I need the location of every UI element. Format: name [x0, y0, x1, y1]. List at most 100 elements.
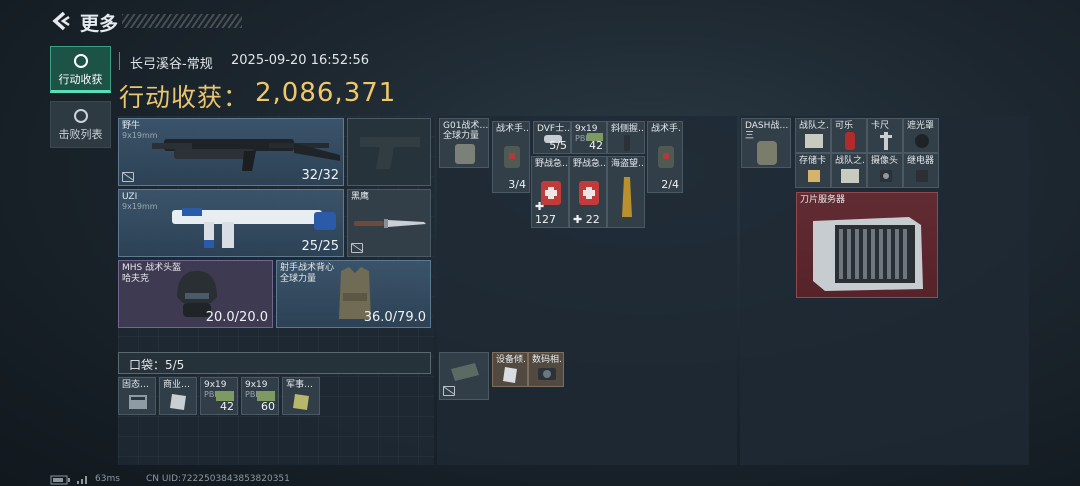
backpack-item[interactable]: 可乐 [831, 118, 867, 153]
backpack-item[interactable]: 摄像头 [867, 153, 903, 188]
vest-name: 射手战术背心 [280, 263, 335, 273]
pocket-item-name: 军事… [286, 380, 314, 390]
rig-item[interactable]: 战术手… 2/4 [647, 121, 683, 193]
document-icon [170, 394, 186, 410]
backpack-item-name: 继电器 [907, 156, 935, 166]
pocket-item-name: 商业… [163, 380, 191, 390]
weapon-ammo-type: 9x19mm [122, 202, 158, 211]
rig-item-count-wrap: ✚ 127 [535, 200, 556, 226]
rig-item[interactable]: 斜侧握… [607, 121, 645, 154]
spyglass-icon [622, 177, 632, 217]
knife-icon [354, 219, 426, 228]
melee-name: 黑鹰 [351, 192, 370, 202]
rig-item[interactable]: 数码相… [528, 352, 564, 387]
backpack-item-name: 战队之… [799, 121, 830, 131]
backpack-item[interactable]: 卡尺 [867, 118, 903, 153]
rig-item-name: 海盗望… [611, 159, 645, 169]
rig-item-count: 127 [535, 213, 556, 226]
rig-item-name: 野战急… [535, 159, 569, 169]
caliper-icon [880, 132, 892, 150]
pocket-item-count: 42 [220, 400, 234, 413]
not-insured-icon [351, 243, 363, 253]
pocket-item[interactable]: 9x19 PBP 42 [200, 377, 238, 415]
not-insured-icon [122, 172, 134, 182]
skull-icon [73, 109, 88, 123]
rig-item[interactable]: 设备倾… [492, 352, 528, 387]
secondary-weapon-slot[interactable]: UZI 9x19mm 25/25 [118, 189, 344, 257]
divider [119, 52, 120, 70]
pocket-item-name: 固态… [122, 380, 150, 390]
pouch-icon [451, 363, 479, 381]
helmet-slot[interactable]: MHS 战术头盔 哈夫克 20.0/20.0 [118, 260, 273, 328]
not-insured-icon [443, 386, 455, 396]
ping: 63ms [95, 474, 120, 484]
lens-hood-icon [915, 134, 929, 148]
rig-item[interactable]: 海盗望… [607, 156, 645, 228]
backpack-item[interactable]: 继电器 [903, 153, 939, 188]
backpack-item[interactable]: 遮光罩 [903, 118, 939, 153]
rig-item[interactable]: 9x19 PBP 42 [571, 121, 607, 154]
back-arrow-icon[interactable] [50, 10, 72, 32]
pocket-item[interactable]: 固态… [118, 377, 156, 415]
pocket-header: 口袋：5/5 [118, 352, 431, 374]
melee-slot[interactable]: 黑鹰 [347, 189, 431, 257]
backpack-slot[interactable]: DASH战… 三 [741, 118, 791, 168]
backpack-item-large[interactable]: 刀片服务器 [796, 192, 938, 298]
loot-value: 2,086,371 [255, 78, 397, 108]
backpack-item-name: 刀片服务器 [800, 195, 846, 205]
soda-can-icon [845, 132, 855, 150]
relay-icon [916, 170, 928, 182]
signal-icon [77, 476, 87, 484]
battery-icon [50, 475, 70, 485]
pistol-silhouette-icon [360, 137, 420, 169]
ssd-icon [129, 395, 147, 409]
tab-kill-list[interactable]: 击败列表 [50, 101, 111, 148]
tab-loot[interactable]: 行动收获 [50, 46, 111, 93]
back-label[interactable]: 更多 [80, 9, 118, 36]
medkit-icon [579, 181, 599, 205]
rig-item-count: 42 [589, 139, 603, 152]
camera-module-icon [880, 170, 892, 182]
memory-card-icon [808, 170, 820, 182]
rig-item-count-wrap: ✚ 22 [573, 213, 600, 226]
pistol-slot[interactable] [347, 118, 431, 186]
pocket-item[interactable]: 商业… [159, 377, 197, 415]
rig-item[interactable] [439, 352, 489, 400]
map-name: 长弓溪谷-常规 [130, 57, 213, 72]
vest-slot[interactable]: 射手战术背心 全球力量 36.0/79.0 [276, 260, 431, 328]
rig-item-count: 2/4 [661, 178, 679, 191]
rig-item[interactable]: DVF士… 5/5 [533, 121, 571, 154]
rig-slot[interactable]: G01战术… 全球力量 [439, 118, 489, 168]
backpack-item-name: 战队之… [835, 156, 866, 166]
camera-icon [538, 368, 556, 380]
backpack-icon [757, 141, 777, 165]
loot-icon [73, 54, 88, 68]
backpack-brand: 三 [745, 131, 755, 141]
top-bar: 更多 [0, 0, 1080, 44]
session-timestamp: 2025-09-20 16:52:56 [231, 53, 370, 68]
tab-loot-label: 行动收获 [58, 73, 103, 86]
pocket-item[interactable]: 军事… [282, 377, 320, 415]
rig-item[interactable]: 战术手… 3/4 [492, 121, 530, 193]
weapon-ammo-count: 25/25 [301, 239, 339, 254]
rig-item-count: 22 [585, 213, 600, 226]
military-document-icon [293, 394, 309, 410]
backpack-item[interactable]: 存储卡 [795, 153, 831, 188]
rig-item[interactable]: 野战急… ✚ 127 [531, 156, 569, 228]
tactical-kit-icon [658, 146, 674, 168]
backpack-item-name: 存储卡 [799, 156, 827, 166]
backpack-item[interactable]: 战队之… [795, 118, 831, 153]
pocket-item[interactable]: 9x19 PBP 60 [241, 377, 279, 415]
card-icon [841, 169, 859, 183]
primary-weapon-slot[interactable]: 野牛 9x19mm 32/32 [118, 118, 344, 186]
backpack-item[interactable]: 战队之… [831, 153, 867, 188]
tab-kill-list-label: 击败列表 [58, 128, 103, 141]
grip-icon [624, 135, 630, 151]
user-uid: CN UID:7222503843853820351 [146, 474, 290, 484]
rig-icon [455, 144, 475, 164]
header-stripe-decoration [122, 14, 242, 28]
rig-item-count: 5/5 [549, 139, 567, 152]
rig-item[interactable]: 野战急… ✚ 22 [569, 156, 607, 228]
rig-item-name: 野战急… [573, 159, 607, 169]
backpack-item-name: 摄像头 [871, 156, 899, 166]
